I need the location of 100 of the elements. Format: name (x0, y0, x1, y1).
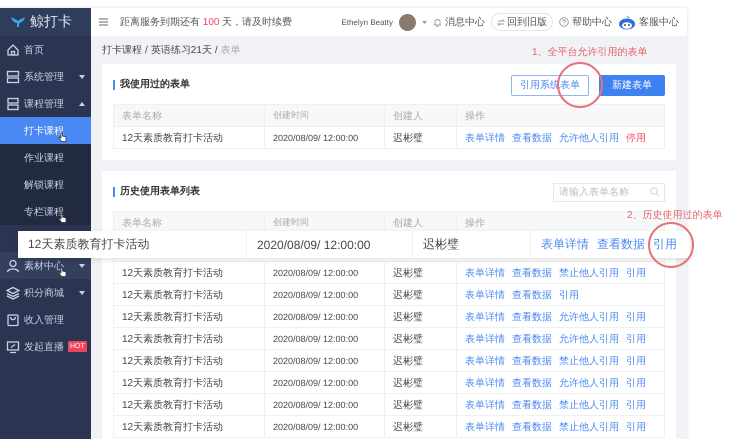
action-link[interactable]: 查看数据 (512, 332, 552, 346)
table-cell: 2020/08/09/ 12:00:00 (264, 328, 384, 349)
action-link[interactable]: 表单详情 (465, 130, 505, 144)
action-link[interactable]: 引用 (626, 332, 646, 346)
table-cell-text: 12天素质教育打卡活动 (121, 398, 224, 412)
action-link[interactable]: 表单详情 (465, 288, 505, 302)
table-cell-text: 12天素质教育打卡活动 (27, 236, 150, 253)
table-cell: 迟彬璧 (384, 394, 456, 415)
search-field[interactable]: 请输入表单名称 (553, 183, 665, 202)
action-link[interactable]: 禁止他人引用 (559, 398, 619, 412)
action-link[interactable]: 查看数据 (512, 420, 552, 434)
action-link[interactable]: 允许他人引用 (559, 376, 619, 390)
action-link[interactable]: 允许他人引用 (559, 332, 619, 346)
action-link[interactable]: 查看数据 (512, 354, 552, 368)
table-cell: 迟彬璧 (384, 306, 456, 327)
action-link[interactable]: 查看数据 (512, 310, 552, 324)
action-link[interactable]: 表单详情 (465, 398, 505, 412)
table-cell-text: 12天素质教育打卡活动 (121, 420, 224, 434)
action-link[interactable]: 停用 (626, 130, 646, 144)
header-link[interactable]: 客服中心 (618, 14, 679, 30)
action-link[interactable]: 禁止他人引用 (559, 420, 619, 434)
old-version-button[interactable]: 回到旧版 (491, 13, 553, 31)
action-link[interactable]: 表单详情 (465, 310, 505, 324)
action-link[interactable]: 引用 (626, 266, 646, 280)
table-cell: 2020/08/09/ 12:00:00 (246, 231, 412, 258)
table-cell: 2020/08/09/ 12:00:00 (264, 262, 384, 283)
action-link[interactable]: 表单详情 (465, 332, 505, 346)
action-link[interactable]: 查看数据 (512, 398, 552, 412)
card-title: 我使用过的表单 (113, 80, 190, 90)
action-link[interactable]: 禁止他人引用 (559, 354, 619, 368)
action-link[interactable]: 引用 (626, 376, 646, 390)
logo-text: 鲸打卡 (30, 13, 72, 31)
table-cell-text: 12天素质教育打卡活动 (121, 288, 224, 302)
action-link[interactable]: 引用 (626, 310, 646, 324)
table-cell: 2020/08/09/ 12:00:00 (264, 127, 384, 148)
header-link[interactable]: 消息中心 (433, 15, 485, 29)
annotation-text: 1、全平台允许引用的表单 (532, 46, 648, 59)
table-cell-text: 12天素质教育打卡活动 (121, 310, 224, 324)
column-header: 表单名称 (121, 110, 163, 124)
table-cell: 迟彬璧 (384, 127, 456, 148)
new-form-button[interactable]: 新建表单 (599, 74, 665, 96)
action-link[interactable]: 允许他人引用 (559, 310, 619, 324)
submenu-item[interactable]: 解锁课程 (0, 171, 91, 198)
breadcrumb-item[interactable]: 英语练习21天 (150, 43, 212, 57)
breadcrumb-item: 表单 (220, 44, 241, 57)
action-link[interactable]: 允许他人引用 (559, 130, 619, 144)
sidebar-item[interactable]: 首页 (0, 36, 91, 63)
action-link[interactable]: 表单详情 (541, 236, 589, 253)
action-link[interactable]: 查看数据 (512, 288, 552, 302)
table-cell-text: 12天素质教育打卡活动 (121, 332, 224, 346)
table-cell-text: 12天素质教育打卡活动 (121, 354, 224, 368)
expiry-notice: 距离服务到期还有 100 天，请及时续费 (120, 16, 292, 29)
table-cell: 迟彬璧 (412, 231, 530, 258)
table-cell: 2020/08/09/ 12:00:00 (264, 394, 384, 415)
column-header: 创建时间 (264, 105, 384, 126)
table-cell-text: 12天素质教育打卡活动 (121, 132, 224, 146)
action-link[interactable]: 查看数据 (597, 236, 645, 253)
action-link[interactable]: 引用 (653, 236, 677, 253)
breadcrumb-item[interactable]: 打卡课程 (102, 43, 142, 57)
user-name[interactable]: Ethelyn Beatty (341, 18, 393, 26)
card-title: 历史使用表单列表 (113, 187, 200, 197)
sidebar-item[interactable]: 系统管理 (0, 63, 91, 90)
table-cell-text: 12天素质教育打卡活动 (121, 376, 224, 390)
table-cell: 迟彬璧 (384, 416, 456, 437)
breadcrumb-separator: / (214, 44, 218, 56)
action-link[interactable]: 引用 (626, 420, 646, 434)
table-cell-text: 12天素质教育打卡活动 (121, 266, 224, 280)
table-cell: 2020/08/09/ 12:00:00 (264, 350, 384, 371)
column-header: 表单名称 (121, 216, 163, 230)
submenu-item[interactable]: 专栏课程 (0, 198, 91, 225)
table-cell: 迟彬璧 (384, 328, 456, 349)
table-cell: 2020/08/09/ 12:00:00 (264, 416, 384, 437)
action-link[interactable]: 表单详情 (465, 420, 505, 434)
submenu-item[interactable]: 打卡课程 (0, 117, 91, 144)
action-link[interactable]: 表单详情 (465, 266, 505, 280)
header-link[interactable]: 帮助中心 (559, 15, 612, 29)
action-link[interactable]: 引用 (626, 398, 646, 412)
breadcrumb-separator: / (145, 44, 148, 56)
annotation-text: 2、历史使用过的表单 (627, 208, 723, 222)
action-link[interactable]: 查看数据 (512, 266, 552, 280)
table-cell: 2020/08/09/ 12:00:00 (264, 372, 384, 393)
action-link[interactable]: 引用 (559, 288, 579, 302)
action-link[interactable]: 查看数据 (512, 376, 552, 390)
submenu-item[interactable]: 作业课程 (0, 144, 91, 171)
column-header: 操作 (456, 105, 664, 126)
table-cell: 迟彬璧 (384, 350, 456, 371)
column-header: 创建人 (384, 105, 456, 126)
sidebar-item[interactable]: 收入管理 (0, 306, 91, 333)
table-cell: 迟彬璧 (384, 372, 456, 393)
table-cell: 迟彬璧 (384, 284, 456, 305)
table-cell: 2020/08/09/ 12:00:00 (264, 284, 384, 305)
sidebar-item[interactable]: 课程管理 (0, 90, 91, 117)
table-cell: 迟彬璧 (384, 262, 456, 283)
action-link[interactable]: 查看数据 (512, 130, 552, 144)
table-cell: 2020/08/09/ 12:00:00 (264, 306, 384, 327)
action-link[interactable]: 禁止他人引用 (559, 266, 619, 280)
sidebar-item[interactable]: 积分商城 (0, 279, 91, 306)
action-link[interactable]: 表单详情 (465, 354, 505, 368)
action-link[interactable]: 表单详情 (465, 376, 505, 390)
action-link[interactable]: 引用 (626, 354, 646, 368)
